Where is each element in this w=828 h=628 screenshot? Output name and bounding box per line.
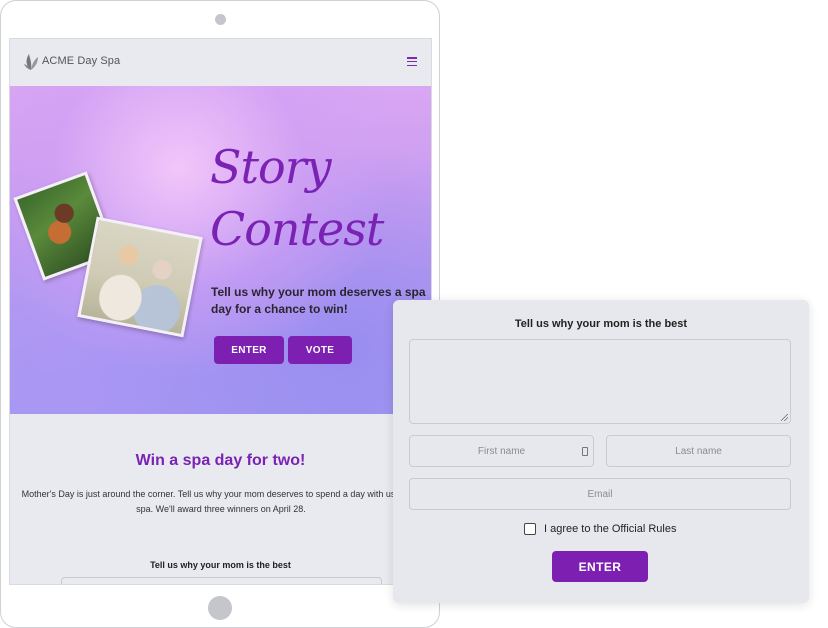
promo-heading: Win a spa day for two! [135,452,306,469]
site-header: ACME Day Spa [10,39,431,86]
entry-form-card: Tell us why your mom is the best First n… [393,300,809,603]
promo-form-title: Tell us why your mom is the best [150,560,291,570]
site-logo[interactable]: ACME Day Spa [23,51,120,71]
hero-title-line1: Story [210,140,332,194]
hero-vote-button[interactable]: VOTE [288,336,352,364]
agree-row: I agree to the Official Rules [524,523,676,535]
hero-title-line2: Contest [210,202,384,256]
hero-banner: Story Contest Tell us why your mom deser… [10,86,431,414]
last-name-input[interactable]: Last name [606,435,791,467]
first-name-placeholder: First name [477,445,526,457]
promo-body: Mother's Day is just around the corner. … [21,489,421,514]
agree-label[interactable]: I agree to the Official Rules [544,523,676,535]
home-button[interactable] [208,596,232,620]
leaf-icon [24,54,38,70]
promo-section: Win a spa day for two! Mother's Day is j… [10,414,431,584]
last-name-placeholder: Last name [675,445,722,457]
first-name-input[interactable]: First name [409,435,594,467]
brand-name: ACME Day Spa [42,55,121,67]
form-enter-button[interactable]: ENTER [552,551,648,582]
hero-photo-mother-daughter [77,216,203,338]
agree-checkbox[interactable] [524,523,536,535]
hero-title: Story Contest [210,136,410,260]
email-input[interactable]: Email [409,478,791,510]
camera-icon [215,14,226,25]
email-placeholder: Email [587,488,613,500]
autofill-icon[interactable] [582,447,588,456]
hamburger-menu-icon[interactable] [407,57,417,66]
hero-enter-button[interactable]: ENTER [214,336,284,364]
tablet-frame: ACME Day Spa Story Contest Tell us why y… [0,0,440,628]
form-title: Tell us why your mom is the best [514,318,688,330]
resize-grip-icon[interactable] [781,414,788,421]
tablet-screen: ACME Day Spa Story Contest Tell us why y… [9,38,432,585]
promo-story-textarea[interactable] [61,577,382,584]
story-textarea[interactable] [409,339,791,424]
